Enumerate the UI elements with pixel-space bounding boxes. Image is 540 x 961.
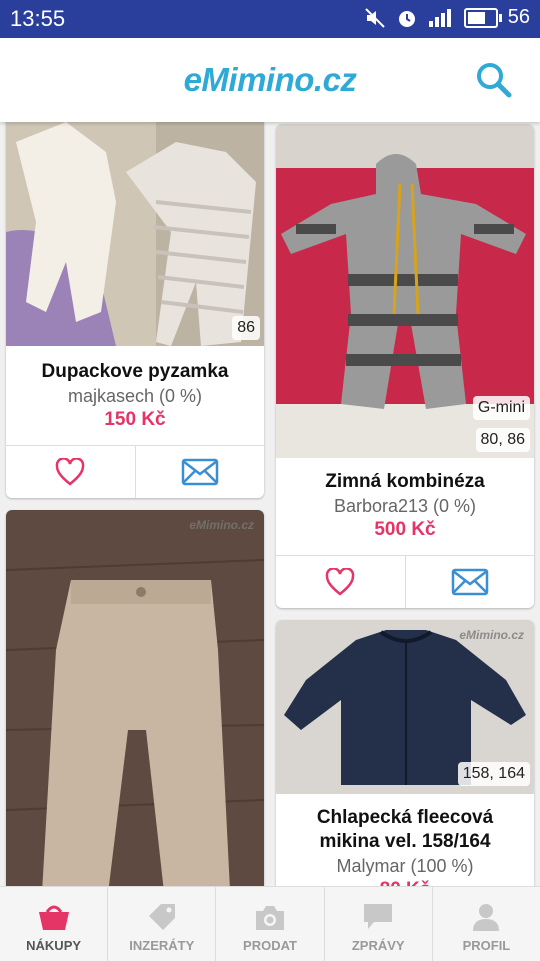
bottom-nav: NÁKUPY INZERÁTY PRODAT ZPRÁVY PROFIL xyxy=(0,886,540,961)
app-logo[interactable]: eMimino.cz xyxy=(0,61,540,99)
size-tag: 158, 164 xyxy=(457,762,530,786)
size-tag: 86 xyxy=(232,316,260,340)
listing-title-line2: mikina vel. 158/164 xyxy=(319,831,491,852)
nav-label: PROFIL xyxy=(462,938,511,953)
listing-price: 150 Kč xyxy=(104,409,166,430)
user-icon xyxy=(473,904,500,931)
listing-photo[interactable]: eMimino.cz 158, 164 xyxy=(276,620,534,794)
nav-inzeraty[interactable]: INZERÁTY xyxy=(108,887,217,961)
listing-info[interactable]: Dupackove pyzamka majkasech (0 %) 150 Kč xyxy=(6,360,264,432)
nav-label: ZPRÁVY xyxy=(351,938,405,953)
listing-photo[interactable]: eMimino.cz xyxy=(6,510,264,886)
mail-icon xyxy=(451,568,488,596)
nav-nakupy[interactable]: NÁKUPY xyxy=(0,887,109,961)
listing-info[interactable]: Zimná kombinéza Barbora213 (0 %) 500 Kč xyxy=(276,470,534,542)
basket-icon xyxy=(38,905,69,930)
listing-price: 500 Kč xyxy=(374,519,436,540)
app-header: eMimino.cz xyxy=(0,38,540,122)
watermark: eMimino.cz xyxy=(189,518,254,532)
listing-feed[interactable]: 86 Dupackove pyzamka majkasech (0 %) 150… xyxy=(0,122,540,886)
nav-zpravy[interactable]: ZPRÁVY xyxy=(325,887,433,961)
heart-icon xyxy=(55,458,85,486)
watermark: eMimino.cz xyxy=(459,628,524,642)
tag-icon xyxy=(148,904,175,930)
listing-info[interactable]: Chlapecká fleecová mikina vel. 158/164 M… xyxy=(276,806,534,886)
listing-title: Zimná kombinéza xyxy=(325,471,485,492)
nav-label: PRODAT xyxy=(243,938,297,953)
listing-seller: Malymar (100 %) xyxy=(336,856,474,876)
nav-prodat[interactable]: PRODAT xyxy=(216,887,325,961)
listing-card[interactable]: eMimino.cz 158, 164 Chlapecká fleecová m… xyxy=(276,620,534,886)
listing-card[interactable]: G-mini 80, 86 Zimná kombinéza Barbora213… xyxy=(276,124,534,608)
listing-actions xyxy=(6,445,264,498)
listing-photo[interactable]: G-mini 80, 86 xyxy=(276,124,534,458)
favorite-button[interactable] xyxy=(6,446,135,498)
status-icons: 56 xyxy=(364,6,530,29)
battery-icon xyxy=(463,7,502,28)
message-button[interactable] xyxy=(404,556,535,608)
listing-card[interactable]: eMimino.cz xyxy=(6,510,264,886)
heart-icon xyxy=(325,568,355,596)
nav-label: NÁKUPY xyxy=(26,938,82,953)
listing-price: 80 Kč xyxy=(276,878,534,886)
signal-icon xyxy=(428,8,451,27)
message-button[interactable] xyxy=(134,446,265,498)
mail-icon xyxy=(181,458,218,486)
search-icon[interactable] xyxy=(474,60,514,100)
mute-icon xyxy=(365,7,385,28)
listing-actions xyxy=(276,555,534,608)
listing-seller: Barbora213 (0 %) xyxy=(333,496,477,516)
alarm-icon xyxy=(398,10,415,27)
size-tag: 80, 86 xyxy=(475,428,530,452)
listing-seller: majkasech (0 %) xyxy=(67,386,203,406)
chat-icon xyxy=(364,904,393,929)
favorite-button[interactable] xyxy=(276,556,405,608)
nav-profil[interactable]: PROFIL xyxy=(433,887,540,961)
status-bar: 13:55 56 xyxy=(0,0,540,38)
brand-tag: G-mini xyxy=(472,396,530,420)
nav-label: INZERÁTY xyxy=(129,938,195,953)
camera-icon xyxy=(256,906,284,930)
status-time: 13:55 xyxy=(10,6,66,31)
listing-photo[interactable]: 86 xyxy=(6,122,264,346)
listing-card[interactable]: 86 Dupackove pyzamka majkasech (0 %) 150… xyxy=(6,122,264,498)
listing-title-line1: Chlapecká fleecová xyxy=(316,807,494,828)
battery-level: 56 xyxy=(507,6,530,28)
listing-title: Dupackove pyzamka xyxy=(41,361,229,382)
